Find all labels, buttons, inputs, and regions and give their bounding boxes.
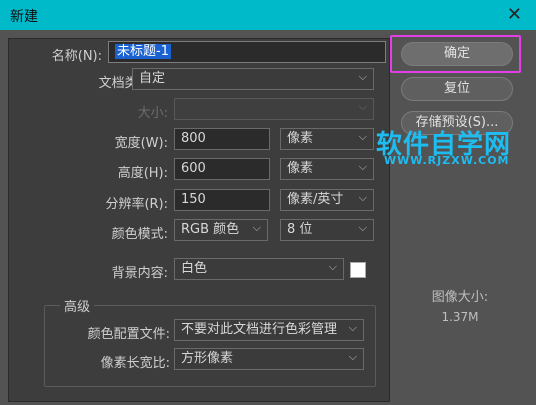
bit-depth-value: 8 位	[287, 222, 313, 237]
background-label: 背景内容:	[111, 266, 168, 281]
background-select[interactable]: 白色 ⌵	[174, 258, 344, 280]
height-label: 高度(H):	[117, 166, 168, 181]
chevron-down-icon: ⌵	[358, 191, 367, 204]
name-label: 名称(N):	[51, 49, 102, 64]
color-mode-value: RGB 颜色	[181, 222, 240, 237]
image-size-label: 图像大小:	[431, 290, 489, 305]
width-unit-select[interactable]: 像素 ⌵	[280, 128, 374, 150]
color-mode-select[interactable]: RGB 颜色 ⌵	[174, 219, 268, 241]
chevron-down-icon: ⌵	[328, 260, 337, 273]
height-unit-select[interactable]: 像素 ⌵	[280, 158, 374, 180]
size-select: ⌵	[174, 98, 374, 120]
chevron-down-icon: ⌵	[358, 70, 367, 83]
bit-depth-select[interactable]: 8 位 ⌵	[280, 219, 374, 241]
resolution-value: 150	[181, 192, 206, 207]
pixel-aspect-value: 方形像素	[181, 351, 234, 366]
ok-button[interactable]: 确定	[401, 42, 513, 66]
resolution-unit-value: 像素/英寸	[287, 192, 344, 207]
dialog-title: 新建	[10, 9, 38, 25]
image-size-value: 1.37M	[441, 310, 479, 324]
doc-type-select[interactable]: 自定 ⌵	[132, 68, 374, 90]
new-document-dialog: 新建 ✕ 名称(N): 未标题-1 文档类型: 自定 ⌵ 大小: ⌵ 宽度(W)…	[0, 0, 536, 405]
chevron-down-icon: ⌵	[358, 160, 367, 173]
color-profile-label: 颜色配置文件:	[87, 327, 170, 342]
title-bar: 新建 ✕	[0, 0, 536, 30]
color-profile-value: 不要对此文档进行色彩管理	[181, 322, 338, 337]
chevron-down-icon: ⌵	[348, 321, 357, 334]
height-input[interactable]: 600	[174, 158, 270, 180]
background-color-swatch[interactable]	[350, 262, 366, 278]
chevron-down-icon: ⌵	[358, 130, 367, 143]
resolution-unit-select[interactable]: 像素/英寸 ⌵	[280, 189, 374, 211]
width-input[interactable]: 800	[174, 128, 270, 150]
pixel-aspect-label: 像素长宽比:	[100, 356, 170, 371]
chevron-down-icon: ⌵	[358, 221, 367, 234]
advanced-group	[44, 305, 376, 387]
color-profile-select[interactable]: 不要对此文档进行色彩管理 ⌵	[174, 319, 364, 341]
advanced-group-title: 高级	[60, 296, 95, 315]
size-label: 大小:	[137, 106, 168, 121]
name-value: 未标题-1	[115, 44, 171, 59]
width-unit-value: 像素	[287, 131, 314, 146]
background-value: 白色	[181, 261, 208, 276]
close-icon[interactable]: ✕	[507, 4, 522, 25]
height-value: 600	[181, 161, 206, 176]
height-unit-value: 像素	[287, 161, 314, 176]
pixel-aspect-select[interactable]: 方形像素 ⌵	[174, 348, 364, 370]
chevron-down-icon: ⌵	[252, 221, 261, 234]
doc-type-value: 自定	[139, 71, 166, 86]
width-label: 宽度(W):	[114, 136, 168, 151]
reset-button[interactable]: 复位	[401, 77, 513, 101]
watermark-url: WWW.RJZXW.COM	[384, 154, 510, 167]
resolution-input[interactable]: 150	[174, 189, 270, 211]
name-input[interactable]: 未标题-1	[108, 41, 386, 63]
chevron-down-icon: ⌵	[358, 100, 367, 113]
chevron-down-icon: ⌵	[348, 350, 357, 363]
resolution-label: 分辨率(R):	[105, 197, 168, 212]
width-value: 800	[181, 131, 206, 146]
color-mode-label: 颜色模式:	[111, 227, 168, 242]
